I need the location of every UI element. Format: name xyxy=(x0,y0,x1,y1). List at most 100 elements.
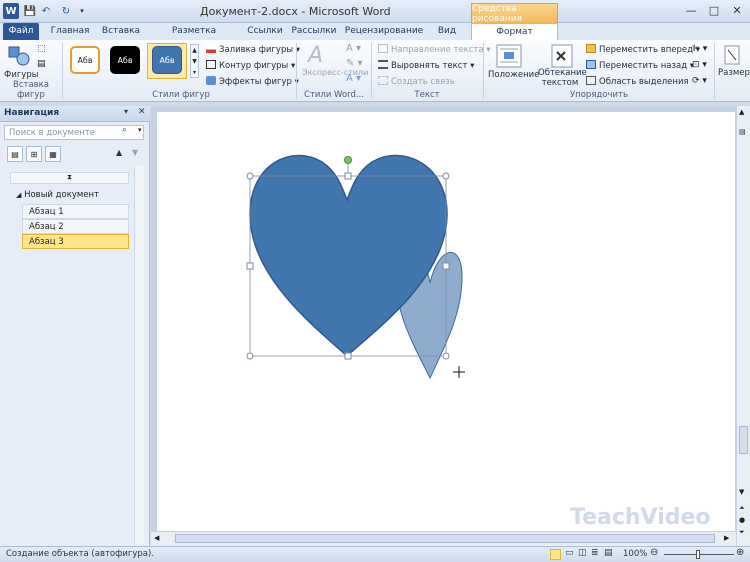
nav-options-icon[interactable]: ▾ xyxy=(124,107,128,116)
tab-review[interactable]: Рецензирование xyxy=(344,23,424,40)
resize-handle-bottom[interactable] xyxy=(344,352,352,360)
position-icon[interactable] xyxy=(495,44,523,68)
create-link-button[interactable]: Создать связь xyxy=(378,76,455,87)
align-text-button[interactable]: Выровнять текст ▾ xyxy=(378,60,474,71)
next-page-icon[interactable]: ⏷ xyxy=(739,528,745,537)
minimize-button[interactable]: — xyxy=(680,2,702,19)
zoom-out-icon[interactable]: ⊖ xyxy=(650,547,658,558)
zoom-slider-thumb[interactable] xyxy=(696,550,700,559)
shape-fill-button[interactable]: Заливка фигуры ▾ xyxy=(206,44,300,55)
browse-object-icon[interactable]: ● xyxy=(739,516,745,524)
close-button[interactable]: ✕ xyxy=(726,2,748,19)
styles-gallery-scroll[interactable]: ▲ ▼ ▾ xyxy=(190,44,199,78)
hscroll-thumb[interactable] xyxy=(175,534,715,543)
resize-handle-right[interactable] xyxy=(442,262,450,270)
text-outline-icon[interactable]: ✎ ▾ xyxy=(346,58,363,69)
align-icon[interactable]: ⊫ ▾ xyxy=(692,44,707,54)
maximize-button[interactable]: □ xyxy=(703,2,725,19)
tab-home[interactable]: Главная xyxy=(46,23,94,40)
wordart-a-icon[interactable]: A xyxy=(308,43,323,68)
outline-view-icon[interactable]: ≣ xyxy=(591,548,599,558)
nav-item-root[interactable]: ◢ Новый документ xyxy=(10,188,129,203)
customize-qat-icon[interactable]: ▾ xyxy=(74,3,90,19)
wrap-text-icon[interactable] xyxy=(550,44,574,68)
nav-close-icon[interactable]: ✕ xyxy=(138,107,146,117)
prev-page-icon[interactable]: ⏶ xyxy=(739,504,745,513)
tab-format[interactable]: Формат xyxy=(471,23,558,41)
undo-icon[interactable]: ↶ xyxy=(38,3,54,19)
tab-view[interactable]: Вид xyxy=(431,23,463,40)
shape-style-thumb-3[interactable]: Абв xyxy=(152,46,182,74)
web-layout-view-icon[interactable]: ◫ xyxy=(578,548,587,558)
scroll-right-icon[interactable]: ▶ xyxy=(724,534,729,542)
nav-up-icon[interactable]: ▲ xyxy=(116,148,122,157)
vertical-scrollbar[interactable]: ▲ ▤ ▼ ⏶ ● ⏷ xyxy=(736,106,750,546)
rotate-icon[interactable]: ⟳ ▾ xyxy=(692,76,707,86)
size-label[interactable]: Размер xyxy=(718,68,750,78)
group-label-insert-shapes: Вставка фигур xyxy=(12,80,50,100)
document-page[interactable] xyxy=(157,112,735,531)
shapes-icon[interactable] xyxy=(6,44,32,70)
text-fill-icon[interactable]: A ▾ xyxy=(346,43,361,54)
resize-handle-top-right[interactable] xyxy=(442,172,450,180)
word-app-icon[interactable]: W xyxy=(3,3,19,19)
text-box-icon[interactable]: ▤ xyxy=(37,59,51,71)
text-direction-button[interactable]: Направление текста ▾ xyxy=(378,44,491,55)
nav-item-paragraph-2[interactable]: Абзац 2 xyxy=(22,219,129,234)
wrap-text-label[interactable]: Обтекание текстом xyxy=(538,68,587,88)
nav-scrollbar[interactable] xyxy=(134,166,144,544)
group-icon[interactable]: ⊡ ▾ xyxy=(692,60,707,70)
bring-forward-button[interactable]: Переместить вперед ▾ xyxy=(586,44,700,55)
link-icon xyxy=(378,76,388,85)
full-screen-view-icon[interactable]: ▭ xyxy=(565,548,574,558)
resize-handle-left[interactable] xyxy=(246,262,254,270)
resize-handle-top[interactable] xyxy=(344,172,352,180)
nav-pages-tab[interactable]: ⊞ xyxy=(26,146,42,162)
resize-handle-bottom-right[interactable] xyxy=(442,352,450,360)
size-icon[interactable] xyxy=(722,44,742,66)
selection-pane-button[interactable]: Область выделения xyxy=(586,76,689,87)
ribbon-tabs: Файл Главная Вставка Разметка страницы С… xyxy=(0,23,750,53)
send-backward-button[interactable]: Переместить назад ▾ xyxy=(586,60,694,71)
tab-file[interactable]: Файл xyxy=(3,23,39,40)
resize-handle-bottom-left[interactable] xyxy=(246,352,254,360)
draft-view-icon[interactable]: ▤ xyxy=(604,548,613,558)
shape-style-thumb-2[interactable]: Абв xyxy=(110,46,140,74)
zoom-level[interactable]: 100% xyxy=(623,549,647,559)
scroll-down-icon[interactable]: ▼ xyxy=(739,488,744,496)
shape-effects-button[interactable]: Эффекты фигур ▾ xyxy=(206,76,299,87)
rotation-handle[interactable] xyxy=(344,156,352,164)
search-icon[interactable]: ⌕ xyxy=(122,125,127,135)
watermark-logo: TeachVideo xyxy=(570,505,711,530)
position-label[interactable]: Положение xyxy=(488,70,539,80)
redo-icon[interactable]: ↻ xyxy=(58,3,74,19)
shape-outline-button[interactable]: Контур фигуры ▾ xyxy=(206,60,295,71)
horizontal-scrollbar[interactable]: ◀ ▶ xyxy=(151,531,736,546)
search-options-icon[interactable]: ▾ xyxy=(138,126,142,134)
nav-headings-tab[interactable]: ▤ xyxy=(7,146,23,162)
nav-down-icon[interactable]: ▼ xyxy=(132,148,138,157)
edit-shape-icon[interactable]: ⬚ xyxy=(37,44,51,56)
nav-results-tab[interactable]: ▦ xyxy=(45,146,61,162)
scroll-left-icon[interactable]: ◀ xyxy=(154,534,159,542)
save-icon[interactable]: 💾 xyxy=(22,3,38,19)
tab-page-layout[interactable]: Разметка страницы xyxy=(150,23,238,53)
tab-insert[interactable]: Вставка xyxy=(99,23,143,40)
zoom-in-icon[interactable]: ⊕ xyxy=(736,547,744,558)
text-effects-icon[interactable]: A ▾ xyxy=(346,73,361,84)
shape-style-thumb-1[interactable]: Абв xyxy=(70,46,100,74)
navigation-title: Навигация xyxy=(4,108,60,118)
nav-item-paragraph-3[interactable]: Абзац 3 xyxy=(22,234,129,249)
resize-handle-top-left[interactable] xyxy=(246,172,254,180)
tab-references[interactable]: Ссылки xyxy=(245,23,285,40)
scroll-up-icon[interactable]: ▲ xyxy=(739,108,744,116)
shapes-button-label[interactable]: Фигуры xyxy=(4,70,38,80)
quick-styles-label[interactable]: Экспресс-стили xyxy=(302,68,368,77)
ruler-toggle-icon[interactable]: ▤ xyxy=(739,128,748,138)
scroll-thumb[interactable] xyxy=(739,426,748,454)
nav-item-paragraph-1[interactable]: Абзац 1 xyxy=(22,204,129,219)
print-layout-view-icon[interactable] xyxy=(550,549,561,560)
tab-mailings[interactable]: Рассылки xyxy=(290,23,338,40)
collapse-all-button[interactable]: ⧗ xyxy=(10,172,129,184)
nav-item-root-label: Новый документ xyxy=(24,190,100,200)
